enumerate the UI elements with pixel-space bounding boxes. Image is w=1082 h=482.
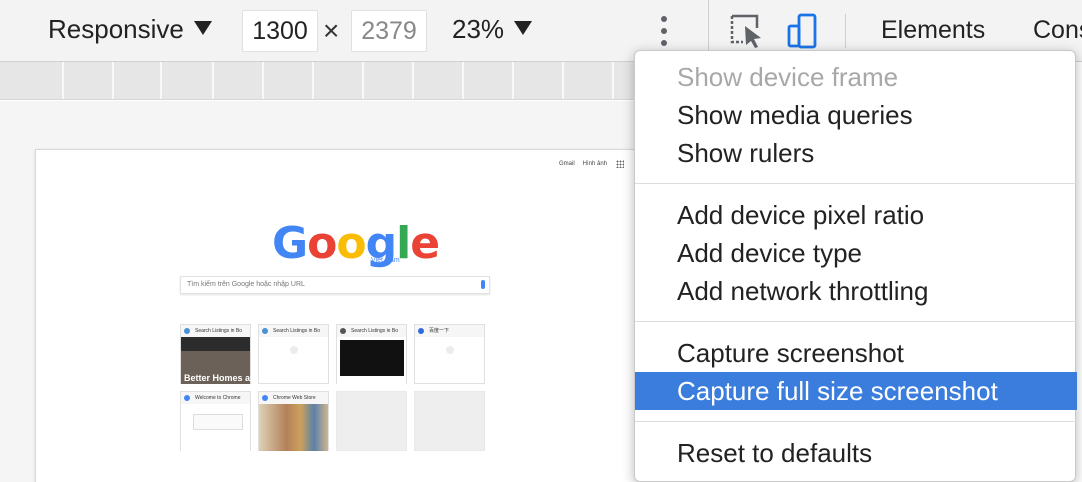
shortcut-tile[interactable]: Search Listings in Bo Better Homes and [180, 324, 261, 384]
google-top-links: Gmail Hình ảnh [559, 161, 615, 167]
height-input[interactable]: 2379 [351, 10, 427, 52]
menu-item-show-media-queries[interactable]: Show media queries [677, 100, 913, 131]
zoom-label: 23% [452, 14, 505, 44]
emulated-page: Gmail Hình ảnh Google Việt Nam Tìm kiếm t… [35, 149, 655, 482]
inspect-element-icon[interactable] [729, 12, 765, 50]
tile-thumbnail [337, 337, 406, 384]
device-toolbar-menu: Show device frame Show media queries Sho… [634, 50, 1077, 482]
tile-title: 百度一下 [429, 328, 450, 334]
more-options-icon[interactable] [657, 14, 671, 48]
dimension-separator: × [323, 15, 340, 46]
device-preset-label: Responsive [48, 14, 184, 44]
menu-item-add-device-pixel-ratio[interactable]: Add device pixel ratio [677, 200, 924, 231]
apps-grid-icon[interactable] [616, 160, 624, 168]
chevron-down-icon [514, 21, 533, 35]
shortcut-tile[interactable]: Search Listings in Bo [258, 324, 329, 384]
tile-title: Welcome to Chrome [195, 395, 241, 401]
site-favicon-icon [418, 328, 424, 334]
tile-thumbnail [259, 404, 328, 451]
tile-title: Search Listings in Bo [273, 328, 320, 334]
zoom-select[interactable]: 23% [452, 14, 533, 45]
tile-title: Search Listings in Bo [351, 328, 398, 334]
width-input[interactable]: 1300 [242, 10, 318, 52]
chevron-down-icon [193, 21, 212, 35]
empty-tile [414, 391, 485, 451]
tab-elements[interactable]: Elements [881, 16, 985, 45]
toolbar-divider [845, 14, 846, 48]
device-toolbar: Responsive 1300 × 2379 23% [0, 0, 708, 62]
microphone-icon[interactable] [481, 280, 485, 289]
search-placeholder: Tìm kiếm trên Google hoặc nhập URL [187, 281, 305, 288]
tile-title: Search Listings in Bo [195, 328, 242, 334]
google-region-label: Việt Nam [371, 257, 400, 264]
menu-item-add-device-type[interactable]: Add device type [677, 238, 862, 269]
search-input[interactable]: Tìm kiếm trên Google hoặc nhập URL [180, 276, 490, 294]
menu-item-reset-to-defaults[interactable]: Reset to defaults [677, 438, 872, 469]
device-toolbar-icon[interactable] [785, 12, 821, 50]
menu-item-capture-full-size-screenshot[interactable]: Capture full size screenshot [635, 372, 1077, 410]
tab-console[interactable]: Cons [1033, 16, 1082, 45]
device-preset-select[interactable]: Responsive [48, 14, 212, 45]
media-query-ruler [0, 62, 634, 100]
menu-divider [635, 421, 1077, 422]
shortcut-tile[interactable]: Welcome to Chrome [180, 391, 251, 451]
device-viewport: Gmail Hình ảnh Google Việt Nam Tìm kiếm t… [0, 101, 655, 482]
tile-thumbnail [181, 404, 250, 451]
shortcut-tile[interactable]: 百度一下 [414, 324, 485, 384]
menu-item-capture-screenshot[interactable]: Capture screenshot [677, 338, 904, 369]
menu-item-add-network-throttling[interactable]: Add network throttling [677, 276, 928, 307]
site-favicon-icon [262, 328, 268, 334]
tile-thumbnail: Better Homes and [181, 337, 261, 384]
images-link[interactable]: Hình ảnh [583, 161, 607, 167]
thumbnail-text: Better Homes and [184, 373, 262, 383]
chrome-store-favicon-icon [262, 395, 268, 401]
empty-tile [336, 391, 407, 451]
menu-item-show-device-frame: Show device frame [677, 62, 899, 92]
menu-divider [635, 183, 1077, 184]
site-favicon-icon [184, 328, 190, 334]
gmail-link[interactable]: Gmail [559, 161, 575, 167]
shortcut-tile[interactable]: Search Listings in Bo [336, 324, 407, 384]
menu-item-show-rulers[interactable]: Show rulers [677, 138, 814, 169]
loading-dot [446, 346, 454, 354]
shortcut-tile[interactable]: Chrome Web Store [258, 391, 329, 451]
loading-dot [290, 346, 298, 354]
menu-divider [635, 321, 1077, 322]
site-favicon-icon [340, 328, 346, 334]
tile-title: Chrome Web Store [273, 395, 316, 401]
google-logo: Google [272, 218, 440, 269]
chrome-favicon-icon [184, 395, 190, 401]
